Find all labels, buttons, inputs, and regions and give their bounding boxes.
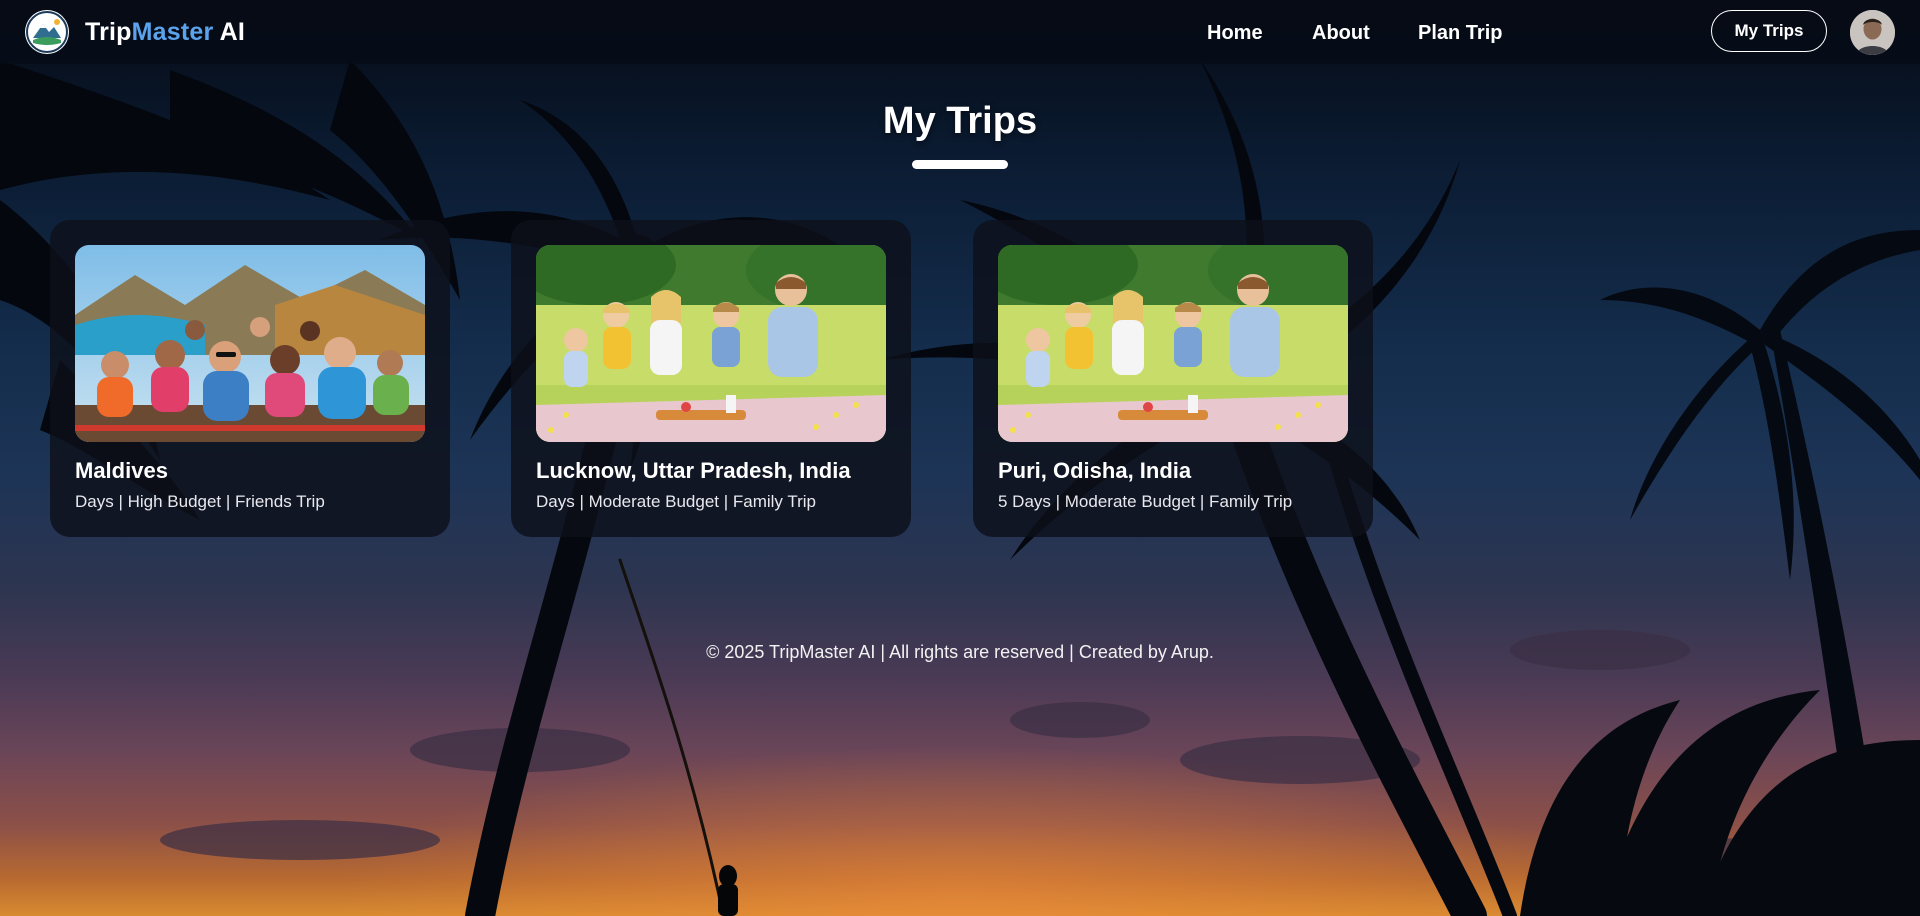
nav-link-about[interactable]: About xyxy=(1312,22,1370,45)
nav-link-home[interactable]: Home xyxy=(1207,22,1263,45)
trip-card-meta: Days | Moderate Budget | Family Trip xyxy=(536,492,816,511)
family-picnic-photo-icon xyxy=(998,245,1348,442)
footer-copyright: © 2025 TripMaster AI | All rights are re… xyxy=(706,642,1214,662)
logo-icon[interactable] xyxy=(25,10,69,54)
trip-card[interactable]: Puri, Odisha, India 5 Days | Moderate Bu… xyxy=(973,220,1373,537)
brand-name-part2: Master xyxy=(131,18,214,46)
user-avatar-icon[interactable] xyxy=(1850,10,1895,55)
trip-card-meta: 5 Days | Moderate Budget | Family Trip xyxy=(998,492,1293,511)
nav-link-plan-trip[interactable]: Plan Trip xyxy=(1418,22,1502,45)
my-trips-button[interactable]: My Trips xyxy=(1711,10,1827,52)
brand-name[interactable]: TripMaster AI xyxy=(85,18,245,47)
title-underline xyxy=(912,160,1008,169)
trip-card-meta: Days | High Budget | Friends Trip xyxy=(75,492,325,511)
trip-card-title: Maldives xyxy=(75,458,168,483)
friends-group-photo-icon xyxy=(75,245,425,442)
trip-card[interactable]: Lucknow, Uttar Pradesh, India Days | Mod… xyxy=(511,220,911,537)
trip-card-title: Puri, Odisha, India xyxy=(998,458,1192,483)
page-title: My Trips xyxy=(882,100,1038,142)
trip-card-title: Lucknow, Uttar Pradesh, India xyxy=(536,458,851,483)
top-navbar: TripMaster AI Home About Plan Trip My Tr… xyxy=(0,0,1920,64)
trip-card[interactable]: Maldives Days | High Budget | Friends Tr… xyxy=(50,220,450,537)
family-picnic-photo-icon xyxy=(536,245,886,442)
brand-name-part3: AI xyxy=(213,18,246,46)
brand-name-part1: Trip xyxy=(85,18,132,46)
